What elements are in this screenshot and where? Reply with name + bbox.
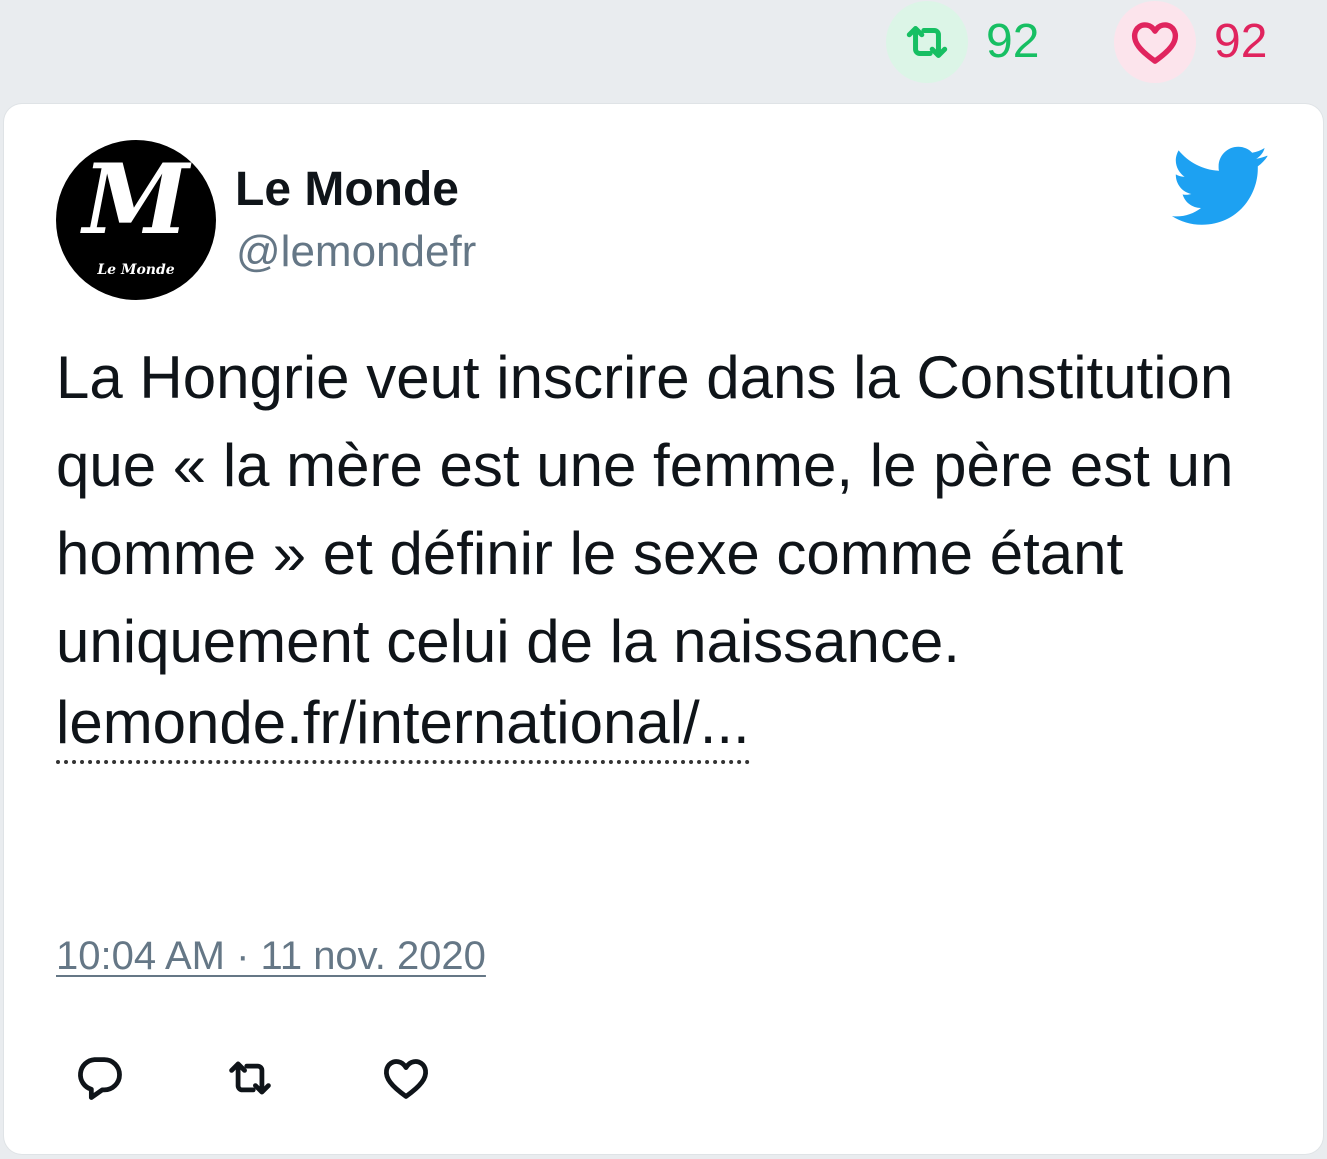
like-stat[interactable]: 92 [1114, 0, 1267, 84]
tweet-body: La Hongrie veut inscrire dans la Constit… [56, 344, 1234, 675]
like-count: 92 [1214, 15, 1268, 68]
retweet-button[interactable] [222, 1050, 278, 1106]
like-button[interactable] [378, 1050, 434, 1106]
retweet-icon [229, 1061, 271, 1095]
retweet-count: 92 [986, 15, 1040, 68]
author-name[interactable]: Le Monde [235, 166, 459, 214]
heart-icon [384, 1059, 428, 1099]
retweet-icon [886, 1, 968, 83]
le-monde-logo: M [82, 143, 190, 256]
tweet-text: La Hongrie veut inscrire dans la Constit… [56, 334, 1296, 764]
avatar-caption: Le Monde [97, 262, 175, 278]
tweet-card: M Le Monde Le Monde @lemondefr La Hongri… [4, 104, 1323, 1154]
tweet-timestamp[interactable]: 10:04 AM · 11 nov. 2020 [56, 934, 486, 979]
tweet-link[interactable]: lemonde.fr/international/... [56, 686, 750, 764]
engagement-summary: 92 92 [0, 0, 1327, 100]
heart-icon [1114, 1, 1196, 83]
twitter-bird-icon[interactable] [1171, 146, 1271, 226]
reply-icon [78, 1057, 122, 1100]
retweet-stat[interactable]: 92 [886, 0, 1039, 84]
avatar[interactable]: M Le Monde [56, 140, 216, 300]
author-handle[interactable]: @lemondefr [236, 230, 476, 274]
reply-button[interactable] [72, 1050, 128, 1106]
